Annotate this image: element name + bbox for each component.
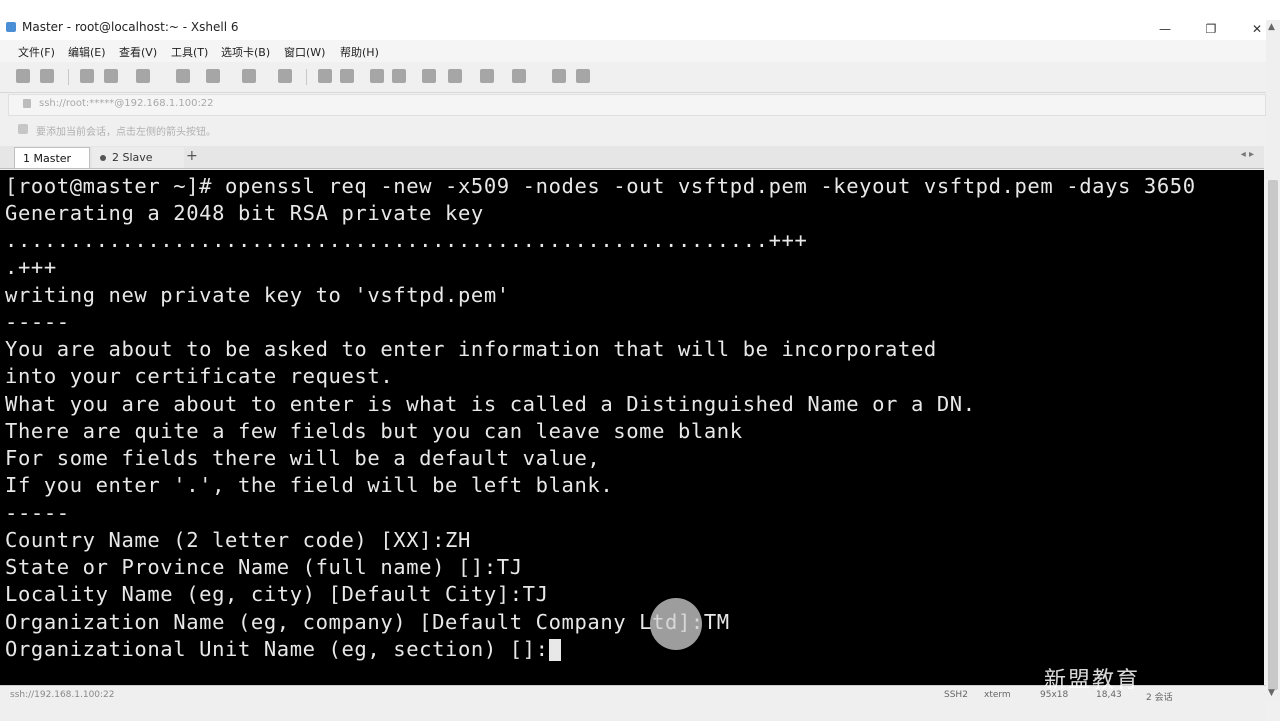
terminal-line: ........................................… (5, 228, 808, 252)
tab-group-icon[interactable] (480, 69, 494, 83)
watermark: 新盟教育 (1044, 668, 1141, 693)
terminal-line: You are about to be asked to enter infor… (5, 337, 937, 361)
terminal-line: [root@master ~]# openssl req -new -x509 … (5, 174, 1196, 198)
menu-file[interactable]: 文件(F) (18, 44, 55, 60)
toolbar-divider (306, 69, 307, 85)
copy-icon[interactable] (206, 69, 220, 83)
tab-slave[interactable]: 2 Slave (92, 147, 184, 168)
status-sessions: 2 会话 (1146, 693, 1173, 703)
toolbar-divider (68, 69, 69, 85)
xshell-app-icon (6, 22, 16, 32)
terminal-prompt-line: Organizational Unit Name (eg, section) [… (5, 636, 561, 663)
menu-tabs[interactable]: 选项卡(B) (221, 44, 270, 60)
terminal-line: There are quite a few fields but you can… (5, 419, 743, 443)
terminal-line: Locality Name (eg, city) [Default City]:… (5, 582, 549, 606)
terminal-line: For some fields there will be a default … (5, 446, 601, 470)
add-tab-button[interactable]: + (186, 148, 198, 164)
terminal-line: If you enter '.', the field will be left… (5, 473, 614, 497)
script-icon[interactable] (448, 69, 462, 83)
address-text: ssh://root:*****@192.168.1.100:22 (39, 98, 214, 109)
status-dot-icon (100, 154, 106, 161)
terminal-line: Organization Name (eg, company) [Default… (5, 610, 730, 634)
status-connection: ssh://192.168.1.100:22 (10, 690, 115, 700)
status-terminal-type: xterm (984, 690, 1011, 700)
help-icon[interactable] (552, 69, 566, 83)
terminal-line: ----- (5, 501, 70, 525)
toolbar (0, 62, 1280, 93)
link-icon[interactable] (80, 69, 94, 83)
terminal-line: writing new private key to 'vsftpd.pem' (5, 283, 510, 307)
menu-help[interactable]: 帮助(H) (340, 44, 379, 60)
window-controls: — ❐ ✕ (1142, 18, 1280, 40)
window-title: Master - root@localhost:~ - Xshell 6 (22, 20, 239, 34)
lock-icon[interactable] (392, 69, 406, 83)
disconnect-icon[interactable] (104, 69, 118, 83)
scroll-down-icon[interactable]: ▼ (1268, 688, 1275, 698)
vertical-scrollbar[interactable]: ▲ ▼ (1266, 20, 1280, 700)
session-bar-icon[interactable] (18, 124, 28, 134)
text-cursor (548, 639, 561, 661)
menu-edit[interactable]: 编辑(E) (68, 44, 106, 60)
chat-icon[interactable] (576, 69, 590, 83)
tab-label: 1 Master (23, 151, 72, 165)
tab-strip: 1 Master 2 Slave + ◂ ▸ (0, 146, 1264, 169)
xftp-icon[interactable] (318, 69, 332, 83)
layout-icon[interactable] (512, 69, 526, 83)
address-bar[interactable]: ssh://root:*****@192.168.1.100:22 (8, 94, 1266, 116)
scrollbar-thumb[interactable] (1268, 180, 1278, 690)
terminal[interactable]: [root@master ~]# openssl req -new -x509 … (0, 170, 1264, 685)
menu-view[interactable]: 查看(V) (119, 44, 157, 60)
scroll-up-icon[interactable]: ▲ (1268, 22, 1275, 32)
session-hint-bar: 要添加当前会话，点击左侧的箭头按钮。 (8, 120, 1264, 140)
properties-icon[interactable] (136, 69, 150, 83)
terminal-line: ----- (5, 310, 70, 334)
terminal-line: Country Name (2 letter code) [XX]:ZH (5, 528, 471, 552)
terminal-line: What you are about to enter is what is c… (5, 392, 976, 416)
terminal-line: into your certificate request. (5, 364, 394, 388)
menu-tools[interactable]: 工具(T) (171, 44, 208, 60)
lock-icon (23, 99, 31, 108)
restore-button[interactable]: ❐ (1188, 18, 1234, 40)
search-icon[interactable] (176, 69, 190, 83)
fullscreen-icon[interactable] (370, 69, 384, 83)
tab-label: 2 Slave (112, 151, 153, 164)
hint-text: 要添加当前会话，点击左侧的箭头按钮。 (36, 127, 216, 138)
terminal-line: Generating a 2048 bit RSA private key (5, 201, 484, 225)
title-bar: Master - root@localhost:~ - Xshell 6 — ❐… (0, 0, 1280, 40)
menu-bar: 文件(F) 编辑(E) 查看(V) 工具(T) 选项卡(B) 窗口(W) 帮助(… (0, 40, 1280, 62)
status-protocol: SSH2 (944, 690, 968, 700)
xmanager-icon[interactable] (340, 69, 354, 83)
font-icon[interactable] (278, 69, 292, 83)
tab-scroll-arrows[interactable]: ◂ ▸ (1241, 149, 1254, 160)
menu-window[interactable]: 窗口(W) (284, 44, 325, 60)
tab-master[interactable]: 1 Master (14, 147, 90, 168)
new-session-icon[interactable] (16, 69, 30, 83)
minimize-button[interactable]: — (1142, 18, 1188, 40)
terminal-prompt-text: Organizational Unit Name (eg, section) [… (5, 637, 549, 661)
open-folder-icon[interactable] (40, 69, 54, 83)
color-scheme-icon[interactable] (242, 69, 256, 83)
terminal-line: .+++ (5, 255, 57, 279)
mouse-highlight (650, 598, 702, 650)
keyboard-icon[interactable] (422, 69, 436, 83)
terminal-line: State or Province Name (full name) []:TJ (5, 555, 523, 579)
